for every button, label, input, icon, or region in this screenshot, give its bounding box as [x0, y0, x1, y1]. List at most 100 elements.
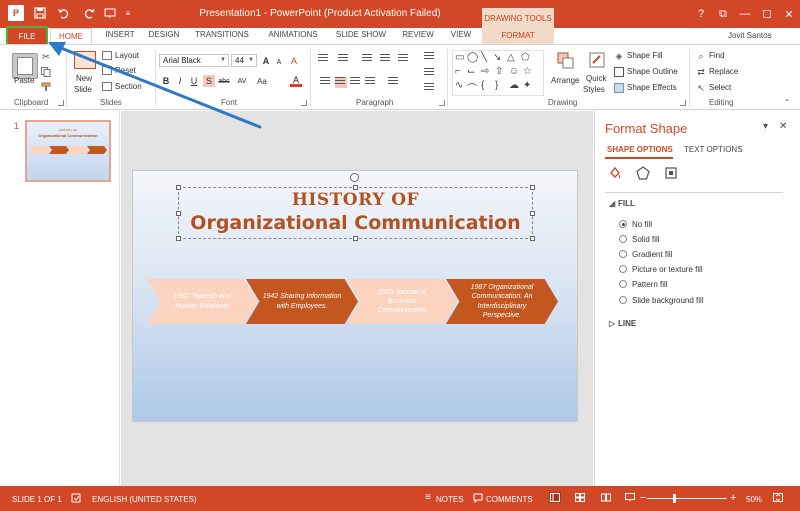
paragraph-launcher-icon[interactable] [439, 100, 445, 106]
increase-indent-icon[interactable] [380, 54, 392, 65]
fill-option-solid[interactable]: Solid fill [619, 233, 660, 245]
zoom-level[interactable]: 50% [746, 495, 762, 504]
right-arrow-shape-icon[interactable]: ⇨ [481, 66, 489, 77]
timeline-chevron-1942[interactable]: 1942 Sharing Information with Employees. [246, 279, 358, 324]
save-icon[interactable] [32, 5, 48, 21]
size-properties-icon[interactable] [663, 165, 679, 181]
tab-format[interactable]: FORMAT [482, 28, 554, 44]
font-size-combo[interactable]: 44 ▼ [231, 54, 257, 67]
timeline-chevron-1963[interactable]: 1963 Journal of Business Communication [347, 279, 457, 324]
radio-button[interactable] [619, 265, 627, 273]
layout-icon[interactable] [102, 51, 112, 60]
fill-option-gradient[interactable]: Gradient fill [619, 248, 672, 260]
ellipse-shape-icon[interactable]: ◯ [467, 52, 478, 63]
quick-styles-label-2[interactable]: Styles [583, 85, 605, 94]
tab-animations[interactable]: ANIMATIONS [262, 30, 324, 39]
timeline-chevron-1937[interactable]: 1937 "Speech and Human Relations [147, 279, 257, 324]
slide-sorter-icon[interactable] [574, 492, 586, 503]
tab-insert[interactable]: INSERT [100, 30, 140, 39]
section-icon[interactable] [102, 82, 112, 91]
tab-design[interactable]: DESIGN [144, 30, 184, 39]
change-case-button[interactable]: Aa [256, 75, 268, 87]
cloud-shape-icon[interactable]: ☁ [509, 80, 519, 91]
align-center-icon[interactable] [335, 77, 347, 88]
line-section-header[interactable]: ▷ LINE [609, 319, 636, 328]
drawing-launcher-icon[interactable] [680, 100, 686, 106]
star-small-shape-icon[interactable]: ✦ [523, 80, 531, 91]
quick-styles-label[interactable]: Quick [586, 74, 606, 83]
resize-handle[interactable] [530, 236, 535, 241]
shape-effects-button[interactable]: Shape Effects [627, 83, 677, 92]
comments-icon[interactable] [472, 492, 484, 503]
redo-icon[interactable] [82, 5, 98, 21]
resize-handle[interactable] [353, 236, 358, 241]
elbow-connector-icon[interactable]: ⌐ [455, 66, 461, 77]
shape-outline-icon[interactable] [614, 67, 624, 77]
font-color-button[interactable]: A [290, 75, 302, 87]
fill-line-icon[interactable] [607, 165, 623, 181]
notes-icon[interactable]: ≡ [422, 492, 434, 503]
radio-button[interactable] [619, 296, 627, 304]
tab-text-options[interactable]: TEXT OPTIONS [684, 145, 743, 154]
zoom-out-button[interactable]: − [640, 492, 646, 504]
radio-button[interactable] [619, 220, 627, 228]
tab-home[interactable]: HOME [50, 28, 92, 45]
zoom-in-button[interactable]: + [730, 492, 736, 504]
curve-shape-icon[interactable]: ∿ [455, 80, 463, 91]
rectangle-shape-icon[interactable]: ▭ [455, 52, 464, 63]
cut-icon[interactable]: ✂ [40, 51, 52, 63]
quick-styles-icon[interactable] [587, 50, 607, 70]
copy-icon[interactable] [40, 66, 52, 78]
slide-show-icon[interactable] [624, 492, 636, 503]
clear-formatting-button[interactable]: A [288, 55, 300, 67]
fill-option-no-fill[interactable]: No fill [619, 218, 652, 230]
shape-fill-button[interactable]: Shape Fill [627, 51, 663, 60]
new-slide-icon[interactable] [74, 51, 96, 69]
zoom-slider-track[interactable] [647, 498, 727, 499]
font-launcher-icon[interactable] [301, 100, 307, 106]
align-text-icon[interactable] [424, 68, 436, 79]
close-icon[interactable]: ✕ [780, 6, 798, 22]
timeline-chevron-1987[interactable]: 1987 Organizational Communication: An In… [446, 279, 558, 324]
spelling-check-icon[interactable] [70, 492, 82, 503]
rotate-handle[interactable] [350, 173, 359, 182]
bullets-icon[interactable] [318, 54, 330, 65]
new-slide-label[interactable]: New [76, 74, 92, 83]
text-shadow-button[interactable]: S [203, 75, 215, 87]
star-shape-icon[interactable]: ☆ [523, 66, 532, 77]
smartart-icon[interactable] [424, 83, 436, 94]
title-textbox[interactable]: HISTORY OF Organizational Communication [176, 173, 535, 241]
find-icon[interactable]: ⌕ [696, 51, 706, 61]
normal-view-icon[interactable] [549, 492, 561, 503]
corner-shape-icon[interactable]: ⌙ [467, 66, 475, 77]
fill-section-header[interactable]: ◢ FILL [609, 199, 635, 208]
tab-file[interactable]: FILE [6, 26, 48, 47]
find-button[interactable]: Find [709, 51, 725, 60]
justify-icon[interactable] [365, 77, 377, 88]
maximize-icon[interactable]: ☐ [758, 6, 776, 22]
strikethrough-button[interactable]: abc [218, 75, 230, 87]
fill-option-picture[interactable]: Picture or texture fill [619, 263, 703, 275]
tab-view[interactable]: VIEW [446, 30, 476, 39]
resize-handle[interactable] [176, 236, 181, 241]
radio-button[interactable] [619, 280, 627, 288]
start-from-beginning-icon[interactable] [102, 5, 118, 21]
bold-button[interactable]: B [160, 75, 172, 87]
text-direction-icon[interactable] [424, 52, 436, 63]
minimize-icon[interactable]: — [736, 6, 754, 22]
fill-option-pattern[interactable]: Pattern fill [619, 278, 668, 290]
collapse-ribbon-icon[interactable]: ⌃ [782, 98, 792, 107]
smiley-shape-icon[interactable]: ☺ [509, 66, 519, 77]
select-icon[interactable]: ↖ [696, 83, 706, 93]
shape-fill-icon[interactable]: ◈ [614, 51, 624, 61]
radio-button[interactable] [619, 250, 627, 258]
decrease-indent-icon[interactable] [362, 54, 374, 65]
select-button[interactable]: Select [709, 83, 731, 92]
shape-outline-button[interactable]: Shape Outline [627, 67, 678, 76]
align-left-icon[interactable] [320, 77, 332, 88]
shrink-font-button[interactable]: A [273, 56, 285, 68]
pane-options-chevron-down-icon[interactable]: ▾ [763, 121, 768, 132]
user-account-name[interactable]: Jovit Santos [728, 31, 772, 40]
arrange-label[interactable]: Arrange [551, 76, 579, 85]
line-shape-icon[interactable]: ╲ [481, 52, 487, 63]
